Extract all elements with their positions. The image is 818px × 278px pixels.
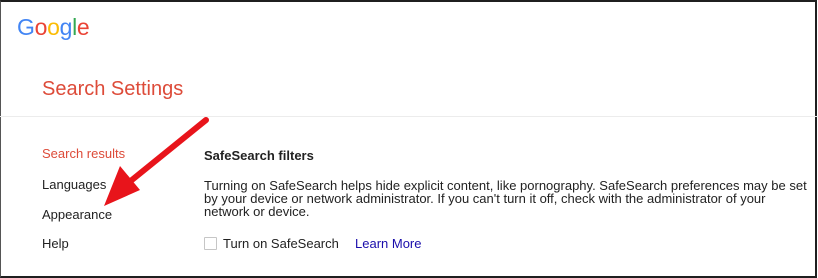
logo-letter: o — [47, 14, 60, 40]
sidebar-item-search-results[interactable]: Search results — [42, 146, 125, 161]
learn-more-link[interactable]: Learn More — [355, 236, 421, 251]
logo-letter: g — [59, 14, 73, 40]
safesearch-checkbox[interactable] — [204, 236, 217, 250]
page-title: Search Settings — [42, 78, 184, 100]
safesearch-checkbox-label[interactable]: Turn on SafeSearch — [223, 236, 339, 251]
safesearch-toggle-row[interactable]: Turn on SafeSearch — [204, 235, 339, 251]
sidebar-item-languages[interactable]: Languages — [42, 177, 106, 192]
header-divider — [0, 116, 818, 117]
logo-letter: G — [17, 14, 35, 40]
safesearch-description: Turning on SafeSearch helps hide explici… — [204, 178, 807, 219]
sidebar-item-help[interactable]: Help — [42, 236, 69, 251]
sidebar-item-appearance[interactable]: Appearance — [42, 207, 112, 222]
logo-letter: o — [34, 14, 48, 40]
google-logo[interactable]: Google — [17, 14, 90, 41]
logo-letter: e — [76, 14, 90, 40]
safesearch-section-title: SafeSearch filters — [204, 148, 314, 163]
